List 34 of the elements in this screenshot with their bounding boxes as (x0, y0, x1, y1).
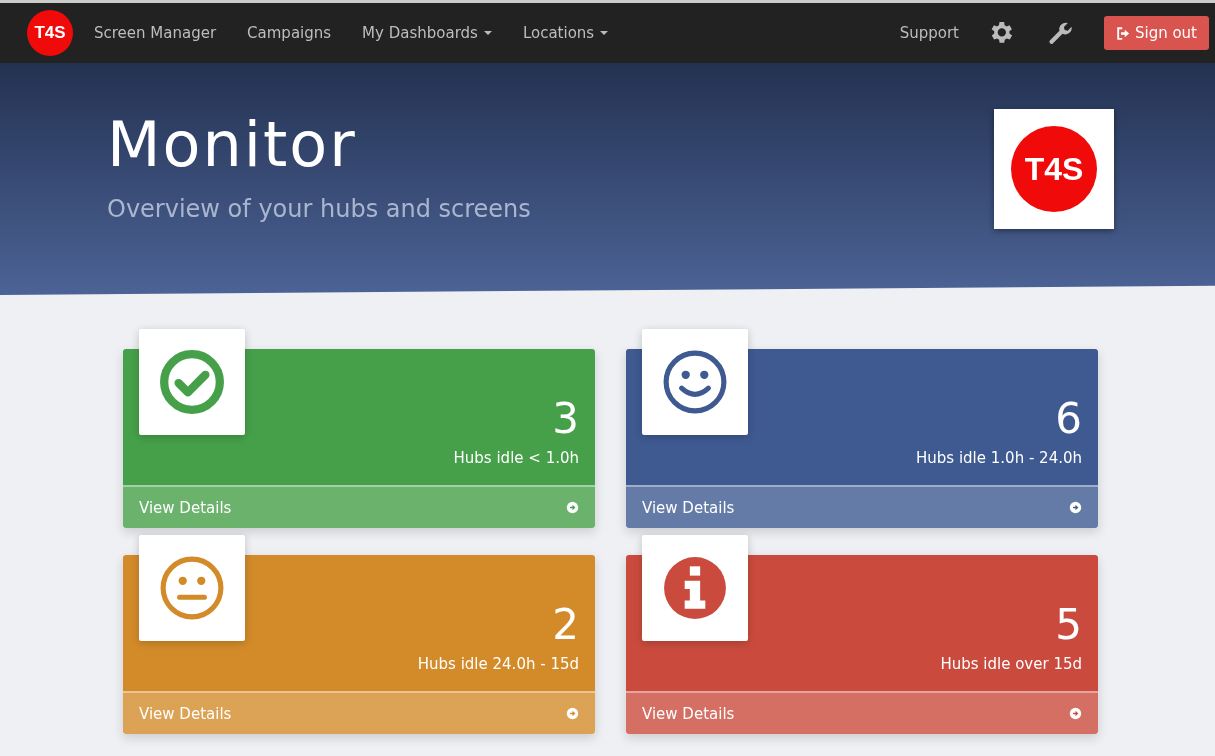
hub-count: 2 (552, 601, 579, 649)
info-icon (662, 555, 728, 621)
hub-count: 3 (552, 395, 579, 443)
check-circle-icon (159, 349, 225, 415)
hub-count: 6 (1055, 395, 1082, 443)
arrow-circle-icon (566, 501, 579, 514)
arrow-circle-icon (1069, 501, 1082, 514)
smiley-face-icon (662, 349, 728, 415)
sign-out-button[interactable]: Sign out (1103, 16, 1209, 50)
view-details-link[interactable]: View Details (123, 693, 595, 734)
view-details-link[interactable]: View Details (626, 487, 1098, 528)
arrow-circle-icon (1069, 707, 1082, 720)
page-subtitle: Overview of your hubs and screens (107, 195, 531, 223)
nav-link[interactable]: Campaigns (247, 24, 332, 42)
nav-link[interactable]: Locations (522, 24, 609, 42)
hub-count: 5 (1055, 601, 1082, 649)
nav-link[interactable]: Screen Manager (94, 24, 217, 42)
view-details-link[interactable]: View Details (626, 693, 1098, 734)
status-label: Hubs idle 24.0h - 15d (417, 655, 579, 673)
caret-icon (600, 31, 609, 35)
logo: T4S (1011, 126, 1097, 212)
status-label: Hubs idle 1.0h - 24.0h (916, 449, 1082, 467)
neutral-face-icon (159, 555, 225, 621)
status-label: Hubs idle < 1.0h (453, 449, 579, 467)
sign-out-icon (1115, 25, 1131, 41)
support-link[interactable]: Support (899, 24, 959, 42)
status-label: Hubs idle over 15d (940, 655, 1082, 673)
caret-icon (483, 31, 492, 35)
view-details-link[interactable]: View Details (123, 487, 595, 528)
arrow-circle-icon (566, 707, 579, 720)
wrench-icon[interactable] (1046, 20, 1073, 46)
nav-link[interactable]: My Dashboards (362, 24, 492, 42)
page-title: Monitor (107, 109, 358, 181)
logo[interactable]: T4S (27, 10, 73, 56)
